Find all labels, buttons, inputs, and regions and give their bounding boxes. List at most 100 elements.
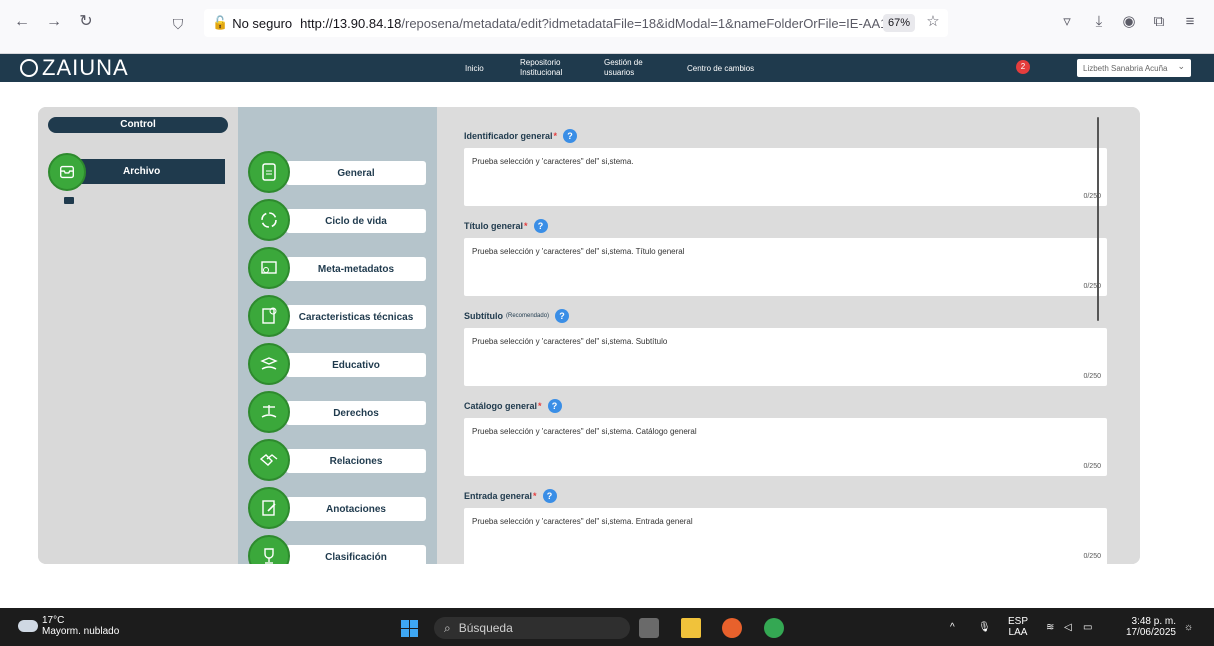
label-text: Título general — [464, 221, 524, 231]
clock-time: 3:48 p. m. — [1131, 616, 1176, 627]
menu-item-meta-metadatos[interactable]: Meta-metadatos — [248, 247, 428, 289]
app-logo[interactable]: ZAIUNA — [20, 54, 129, 82]
task-view-icon[interactable] — [639, 618, 659, 638]
menu-item-ciclo-de-vida[interactable]: Ciclo de vida — [248, 199, 428, 241]
entrada-general-textarea[interactable]: Prueba selección y 'caracteres" del" si,… — [464, 508, 1107, 564]
required-mark: * — [533, 491, 537, 501]
help-icon[interactable]: ? — [547, 399, 562, 413]
app-header: ZAIUNA Inicio Repositorio Institucional … — [0, 54, 1214, 82]
char-counter: 0/250 — [1083, 463, 1101, 470]
notification-bell-icon[interactable]: 2 — [1016, 60, 1030, 74]
nav-gestion-usuarios[interactable]: Gestión de usuarios — [604, 58, 650, 78]
recommended-mark: (Recomendado) — [506, 313, 550, 319]
reload-icon[interactable]: ↻ — [76, 12, 96, 32]
identificador-general-textarea[interactable]: Prueba selección y 'caracteres" del" si,… — [464, 148, 1107, 206]
weather-widget[interactable]: 17°C Mayorm. nublado — [18, 615, 119, 637]
microphone-icon[interactable]: 🎙 — [978, 622, 991, 633]
extensions-icon[interactable]: ⧉ — [1149, 12, 1169, 32]
document-icon — [248, 151, 290, 193]
field-label-subtitulo: Subtítulo (Recomendado) ? — [464, 309, 570, 323]
url-path: /reposena/metadata/edit?idmetadataFile=1… — [401, 15, 888, 31]
shield-icon[interactable]: ⛉ — [168, 14, 188, 34]
char-counter: 0/250 — [1083, 553, 1101, 560]
field-label-titulo: Título general * ? — [464, 219, 548, 233]
nav-inicio[interactable]: Inicio — [465, 64, 484, 74]
field-label-entrada: Entrada general * ? — [464, 489, 557, 503]
menu-icon[interactable]: ≡ — [1180, 12, 1200, 32]
help-icon[interactable]: ? — [563, 129, 578, 143]
clock[interactable]: 3:48 p. m. 17/06/2025 — [1114, 616, 1176, 638]
menu-item-label: Ciclo de vida — [325, 215, 387, 227]
metadata-editor-panel: Control Archivo General Ciclo de vida Me… — [38, 107, 1140, 564]
section-menu: General Ciclo de vida Meta-metadatos Car… — [238, 107, 437, 564]
menu-item-label: Relaciones — [329, 455, 383, 467]
help-icon[interactable]: ? — [542, 489, 557, 503]
field-label-catalogo: Catálogo general * ? — [464, 399, 562, 413]
subtitulo-textarea[interactable]: Prueba selección y 'caracteres" del" si,… — [464, 328, 1107, 386]
nav-centro-cambios[interactable]: Centro de cambios — [687, 64, 754, 74]
label-text: Subtítulo — [464, 311, 503, 321]
clock-date: 17/06/2025 — [1125, 627, 1176, 638]
label-text: Catálogo general — [464, 401, 538, 411]
menu-item-label: Clasificación — [325, 551, 387, 563]
file-explorer-icon[interactable] — [681, 618, 701, 638]
battery-icon[interactable]: ▭ — [1083, 622, 1092, 633]
field-label-identificador: Identificador general * ? — [464, 129, 578, 143]
menu-item-derechos[interactable]: Derechos — [248, 391, 428, 433]
volume-icon[interactable]: ◁ — [1064, 622, 1072, 633]
folder-icon[interactable] — [64, 197, 74, 204]
required-mark: * — [538, 401, 542, 411]
logo-mark-icon — [20, 59, 38, 77]
browser-toolbar: ← → ↻ ⛉ 🔓 No seguro http://13.90.84.18 /… — [0, 0, 1214, 54]
help-icon[interactable]: ? — [533, 219, 548, 233]
menu-item-label: Derechos — [333, 407, 379, 419]
field-value: Prueba selección y 'caracteres" del" si,… — [472, 427, 697, 436]
field-value: Prueba selección y 'caracteres" del" si,… — [472, 247, 685, 256]
menu-item-caracteristicas-tecnicas[interactable]: Caracteristicas técnicas — [248, 295, 428, 337]
archive-box-icon[interactable] — [48, 153, 86, 191]
tray-chevron-icon[interactable]: ^ — [950, 622, 955, 633]
forward-icon[interactable]: → — [44, 12, 64, 32]
archivo-label: Archivo — [123, 166, 161, 177]
download-icon[interactable]: ⤓ — [1089, 12, 1109, 32]
chrome-icon[interactable] — [764, 618, 784, 638]
catalogo-general-textarea[interactable]: Prueba selección y 'caracteres" del" si,… — [464, 418, 1107, 476]
cloud-icon — [18, 620, 38, 632]
url-host: http://13.90.84.18 — [300, 15, 402, 31]
bookmark-star-icon[interactable]: ☆ — [923, 12, 943, 32]
zoom-level[interactable]: 67% — [883, 14, 915, 32]
menu-item-clasificacion[interactable]: Clasificación — [248, 535, 428, 564]
form-scrollbar[interactable] — [1097, 117, 1099, 321]
back-icon[interactable]: ← — [12, 12, 32, 32]
chevron-down-icon: ⌄ — [1177, 61, 1185, 71]
notifications-icon[interactable]: ☼ — [1184, 622, 1193, 633]
menu-item-label: Meta-metadatos — [317, 263, 395, 275]
help-icon[interactable]: ? — [555, 309, 570, 323]
url-bar[interactable]: 🔓 No seguro http://13.90.84.18 /reposena… — [204, 9, 948, 37]
user-dropdown[interactable]: Lizbeth Sanabria Acuña ⌄ — [1077, 59, 1191, 77]
windows-start-icon[interactable] — [401, 620, 418, 637]
titulo-general-textarea[interactable]: Prueba selección y 'caracteres" del" si,… — [464, 238, 1107, 296]
menu-item-relaciones[interactable]: Relaciones — [248, 439, 428, 481]
menu-item-general[interactable]: General — [248, 151, 428, 193]
menu-item-anotaciones[interactable]: Anotaciones — [248, 487, 428, 529]
weather-text: Mayorm. nublado — [42, 626, 120, 637]
field-value: Prueba selección y 'caracteres" del" si,… — [472, 157, 634, 166]
menu-item-label: Caracteristicas técnicas — [298, 311, 414, 323]
nav-repositorio[interactable]: Repositorio Institucional — [520, 58, 570, 78]
taskbar-search[interactable]: ⌕ Búsqueda — [434, 617, 630, 639]
menu-item-label: Anotaciones — [325, 503, 386, 515]
archivo-tab[interactable]: Archivo — [63, 159, 225, 184]
search-icon: ⌕ — [444, 620, 451, 635]
account-icon[interactable]: ◉ — [1119, 12, 1139, 32]
wifi-icon[interactable]: ≋ — [1046, 622, 1054, 633]
logo-text: ZAIUNA — [42, 55, 129, 80]
pocket-icon[interactable]: ▿ — [1057, 12, 1077, 32]
insecure-lock-icon[interactable]: 🔓 — [212, 15, 228, 31]
control-title: Control — [48, 117, 228, 133]
security-label: No seguro — [232, 15, 293, 31]
menu-item-educativo[interactable]: Educativo — [248, 343, 428, 385]
language-indicator[interactable]: ESP LAA — [1006, 616, 1030, 638]
menu-item-label: General — [337, 167, 375, 179]
firefox-icon[interactable] — [722, 618, 742, 638]
